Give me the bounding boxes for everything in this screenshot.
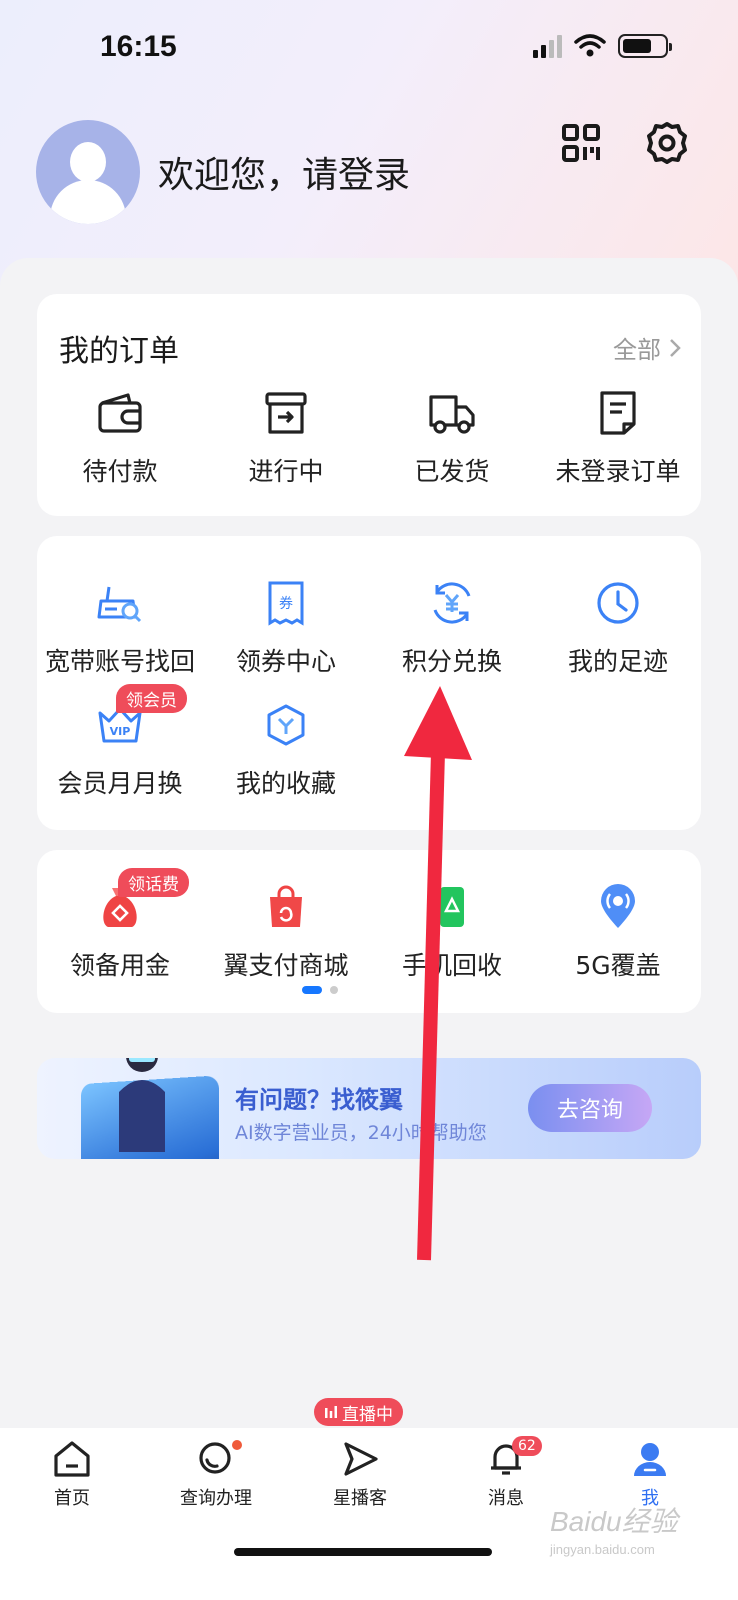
clock-icon [591, 576, 645, 630]
order-shipped[interactable]: 已发货 [369, 386, 535, 488]
box-icon [259, 386, 313, 440]
avatar[interactable] [36, 120, 140, 224]
live-badge-label: 直播中 [342, 1404, 393, 1425]
message-count-badge: 62 [512, 1436, 542, 1456]
settings-gear-icon[interactable] [644, 120, 690, 166]
baidu-watermark: Baidu经验 jingyan.baidu.com [550, 1506, 678, 1557]
query-notification-dot [232, 1440, 242, 1450]
user-icon [634, 1443, 666, 1476]
ai-banner-subtitle: AI数字营业员，24小时帮助您 [235, 1122, 487, 1144]
truck-icon [425, 386, 479, 440]
home-icon [54, 1441, 90, 1477]
profile-header[interactable]: 欢迎您，请登录 [36, 120, 410, 224]
service-points-exchange[interactable]: 积分兑换 [369, 576, 535, 678]
orders-title: 我的订单 [59, 334, 179, 369]
phone-recycle-icon [425, 880, 479, 934]
coupon-icon: 券 [259, 576, 313, 630]
status-time: 16:15 [100, 30, 177, 63]
service-my-footprints[interactable]: 我的足迹 [535, 576, 701, 678]
order-not-logged-in[interactable]: 未登录订单 [535, 386, 701, 488]
live-badge[interactable]: 直播中 [314, 1398, 403, 1426]
ai-avatar-figure [119, 1058, 165, 1152]
status-icons [533, 34, 672, 58]
promo-5g-coverage[interactable]: 5G覆盖 [535, 880, 701, 982]
services-row-2: VIP 会员月月换 我的收藏 [37, 698, 701, 800]
phone-credit-badge: 领话费 [118, 868, 189, 897]
status-bar: 16:15 [0, 0, 738, 100]
view-all-orders-link[interactable]: 全部 [613, 330, 681, 365]
service-my-favorites[interactable]: 我的收藏 [203, 698, 369, 800]
page-dot[interactable] [330, 986, 338, 994]
chevron-right-icon [670, 338, 681, 357]
order-doc-icon [591, 386, 645, 440]
ai-banner-title: 有问题？找筱翼 [235, 1086, 403, 1114]
order-pending-payment[interactable]: 待付款 [37, 386, 203, 488]
tab-query[interactable]: 查询办理 [156, 1440, 276, 1510]
location-signal-icon [591, 880, 645, 934]
view-all-label: 全部 [613, 336, 661, 364]
top-actions [558, 120, 690, 166]
search-query-icon [199, 1442, 231, 1474]
points-exchange-icon [425, 576, 479, 630]
qr-code-icon[interactable] [558, 120, 604, 166]
carousel-pagination [302, 986, 338, 994]
wallet-icon [93, 386, 147, 440]
home-indicator [234, 1548, 492, 1556]
shopping-bag-icon [259, 880, 313, 934]
consult-button[interactable]: 去咨询 [528, 1084, 652, 1132]
cellular-signal-icon [533, 34, 562, 58]
promo-phone-recycle[interactable]: 手机回收 [369, 880, 535, 982]
orders-grid: 待付款 进行中 已发货 未登录订单 [37, 386, 701, 488]
page-dot-active[interactable] [302, 986, 322, 994]
battery-icon [618, 34, 672, 58]
play-icon [344, 1442, 378, 1476]
service-vip-monthly[interactable]: VIP 会员月月换 [37, 698, 203, 800]
svg-text:VIP: VIP [110, 725, 131, 738]
live-bars-icon [325, 1406, 337, 1418]
tab-home[interactable]: 首页 [12, 1440, 132, 1510]
services-row-1: 宽带账号找回 券 领券中心 积分兑换 我的足迹 [37, 576, 701, 678]
order-in-progress[interactable]: 进行中 [203, 386, 369, 488]
service-coupon-center[interactable]: 券 领券中心 [203, 576, 369, 678]
promo-bestpay-mall[interactable]: 翼支付商城 [203, 880, 369, 982]
tab-messages[interactable]: 消息 [446, 1440, 566, 1510]
favorite-icon [259, 698, 313, 752]
login-prompt[interactable]: 欢迎您，请登录 [158, 146, 410, 198]
broadband-search-icon [93, 576, 147, 630]
svg-text:券: 券 [279, 596, 293, 612]
service-broadband-recovery[interactable]: 宽带账号找回 [37, 576, 203, 678]
tab-xingboke[interactable]: 星播客 [300, 1440, 420, 1510]
wifi-icon [574, 34, 606, 57]
vip-badge: 领会员 [116, 684, 187, 713]
